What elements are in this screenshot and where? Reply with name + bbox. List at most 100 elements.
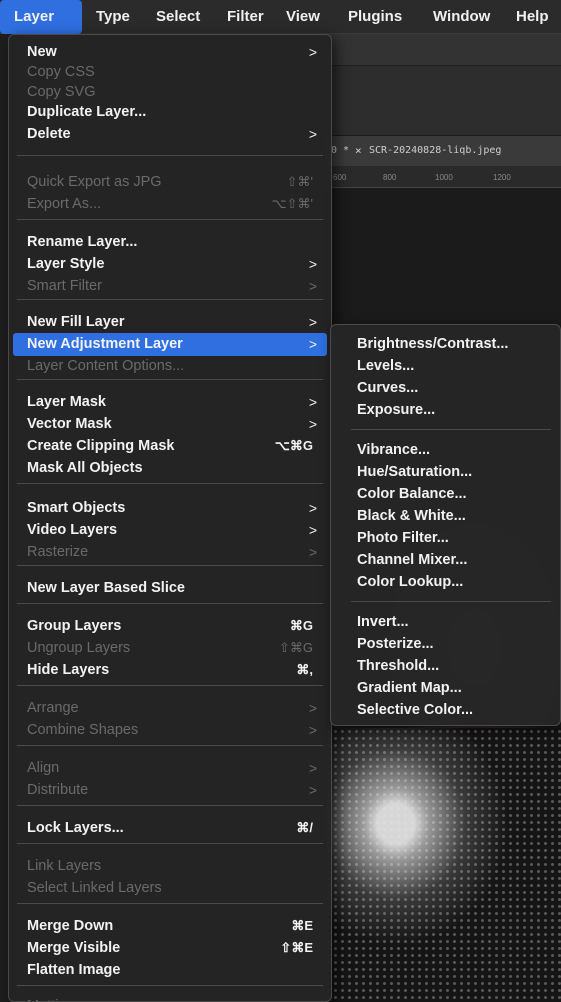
menu-separator: [17, 299, 323, 300]
submenu-item-selective-color[interactable]: Selective Color...: [331, 699, 560, 722]
menu-item-duplicate-layer[interactable]: Duplicate Layer...: [9, 101, 331, 124]
adjustment-layer-submenu: Brightness/Contrast... Levels... Curves...…: [330, 324, 561, 726]
chevron-right-icon: >: [308, 394, 317, 410]
menu-item-label: Merge Down: [27, 918, 114, 934]
menu-separator: [17, 219, 323, 220]
menu-item-matting: Matting >: [9, 995, 331, 1001]
menubar-window[interactable]: Window: [433, 8, 490, 25]
submenu-item-vibrance[interactable]: Vibrance...: [331, 439, 560, 462]
menu-item-smart-filter: Smart Filter >: [9, 275, 331, 298]
previous-tab-label[interactable]: 0 *: [331, 145, 349, 156]
submenu-item-invert[interactable]: Invert...: [331, 611, 560, 634]
menu-item-hide-layers[interactable]: Hide Layers ⌘,: [9, 659, 331, 682]
menu-item-rename-layer[interactable]: Rename Layer...: [9, 231, 331, 254]
menu-item-layer-style[interactable]: Layer Style >: [9, 253, 331, 276]
shortcut-label: ⇧⌘': [286, 174, 313, 189]
menu-item-lock-layers[interactable]: Lock Layers... ⌘/: [9, 817, 331, 840]
chevron-right-icon: >: [308, 314, 317, 330]
menu-item-label: Create Clipping Mask: [27, 438, 175, 454]
submenu-item-hue-saturation[interactable]: Hue/Saturation...: [331, 461, 560, 484]
menu-item-label: Matting: [27, 998, 75, 1001]
menu-separator: [17, 155, 323, 156]
menu-item-align: Align >: [9, 757, 331, 780]
menu-item-link-layers: Link Layers: [9, 855, 331, 878]
menu-item-export-as: Export As... ⌥⇧⌘': [9, 193, 331, 216]
menu-item-video-layers[interactable]: Video Layers >: [9, 519, 331, 542]
submenu-item-label: Gradient Map...: [357, 680, 462, 696]
menu-item-rasterize: Rasterize >: [9, 541, 331, 564]
menu-item-arrange: Arrange >: [9, 697, 331, 720]
menu-item-label: Select Linked Layers: [27, 880, 162, 896]
submenu-item-label: Brightness/Contrast...: [357, 336, 509, 352]
menubar-plugins[interactable]: Plugins: [348, 8, 402, 25]
submenu-item-curves[interactable]: Curves...: [331, 377, 560, 400]
menu-item-label: Layer Style: [27, 256, 105, 272]
menu-item-new-adjustment-layer[interactable]: New Adjustment Layer >: [13, 333, 327, 356]
submenu-item-threshold[interactable]: Threshold...: [331, 655, 560, 678]
menu-item-label: Flatten Image: [27, 962, 121, 978]
submenu-item-label: Posterize...: [357, 636, 434, 652]
close-tab-icon[interactable]: ×: [355, 144, 362, 157]
menu-item-label: Distribute: [27, 782, 89, 798]
menu-item-new-fill-layer[interactable]: New Fill Layer >: [9, 311, 331, 334]
menubar-view[interactable]: View: [286, 8, 320, 25]
menu-item-label: New Adjustment Layer: [27, 336, 183, 352]
menubar-filter[interactable]: Filter: [227, 8, 264, 25]
menu-item-group-layers[interactable]: Group Layers ⌘G: [9, 615, 331, 638]
shortcut-label: ⌘,: [296, 662, 313, 677]
menu-item-label: Copy CSS: [27, 64, 95, 80]
submenu-item-label: Photo Filter...: [357, 530, 449, 546]
menubar-type[interactable]: Type: [96, 8, 130, 25]
document-tab-bar: 0 * × SCR-20240828-liqb.jpeg: [325, 136, 561, 166]
menu-item-create-clipping-mask[interactable]: Create Clipping Mask ⌥⌘G: [9, 435, 331, 458]
submenu-item-channel-mixer[interactable]: Channel Mixer...: [331, 549, 560, 572]
menu-item-label: Copy SVG: [27, 84, 96, 100]
chevron-right-icon: >: [308, 782, 317, 798]
menu-item-label: Delete: [27, 126, 71, 142]
menu-separator: [17, 745, 323, 746]
submenu-item-color-lookup[interactable]: Color Lookup...: [331, 571, 560, 594]
submenu-item-label: Vibrance...: [357, 442, 431, 458]
submenu-item-brightness-contrast[interactable]: Brightness/Contrast...: [331, 333, 560, 356]
menu-item-label: New: [27, 44, 57, 60]
menu-item-layer-mask[interactable]: Layer Mask >: [9, 391, 331, 414]
menubar-help[interactable]: Help: [516, 8, 549, 25]
submenu-separator: [351, 601, 551, 602]
submenu-item-posterize[interactable]: Posterize...: [331, 633, 560, 656]
submenu-item-exposure[interactable]: Exposure...: [331, 399, 560, 422]
menu-separator: [17, 843, 323, 844]
submenu-item-gradient-map[interactable]: Gradient Map...: [331, 677, 560, 700]
chevron-right-icon: >: [308, 336, 317, 352]
chevron-right-icon: >: [308, 722, 317, 738]
menu-item-mask-all-objects[interactable]: Mask All Objects: [9, 457, 331, 480]
menu-item-label: Arrange: [27, 700, 79, 716]
ruler-tick: 800: [383, 173, 397, 182]
menu-item-label: Ungroup Layers: [27, 640, 131, 656]
submenu-item-levels[interactable]: Levels...: [331, 355, 560, 378]
menu-item-flatten-image[interactable]: Flatten Image: [9, 959, 331, 982]
menu-item-vector-mask[interactable]: Vector Mask >: [9, 413, 331, 436]
menu-item-smart-objects[interactable]: Smart Objects >: [9, 497, 331, 520]
shortcut-label: ⌥⇧⌘': [271, 196, 313, 211]
menu-item-delete[interactable]: Delete >: [9, 123, 331, 146]
document-tab-title[interactable]: SCR-20240828-liqb.jpeg: [369, 145, 501, 156]
menu-item-merge-down[interactable]: Merge Down ⌘E: [9, 915, 331, 938]
submenu-item-black-white[interactable]: Black & White...: [331, 505, 560, 528]
options-bar: [325, 66, 561, 136]
submenu-item-color-balance[interactable]: Color Balance...: [331, 483, 560, 506]
menu-item-label: Video Layers: [27, 522, 118, 538]
ruler-tick: 1000: [435, 173, 453, 182]
submenu-item-photo-filter[interactable]: Photo Filter...: [331, 527, 560, 550]
submenu-item-label: Channel Mixer...: [357, 552, 468, 568]
menubar-select[interactable]: Select: [156, 8, 200, 25]
menu-separator: [17, 685, 323, 686]
submenu-item-label: Selective Color...: [357, 702, 474, 718]
menu-separator: [17, 603, 323, 604]
menu-item-new-layer-based-slice[interactable]: New Layer Based Slice: [9, 577, 331, 600]
menubar-layer[interactable]: Layer: [0, 0, 82, 34]
menu-item-merge-visible[interactable]: Merge Visible ⇧⌘E: [9, 937, 331, 960]
menu-separator: [17, 805, 323, 806]
menu-separator: [17, 903, 323, 904]
submenu-item-label: Hue/Saturation...: [357, 464, 473, 480]
chevron-right-icon: >: [308, 278, 317, 294]
